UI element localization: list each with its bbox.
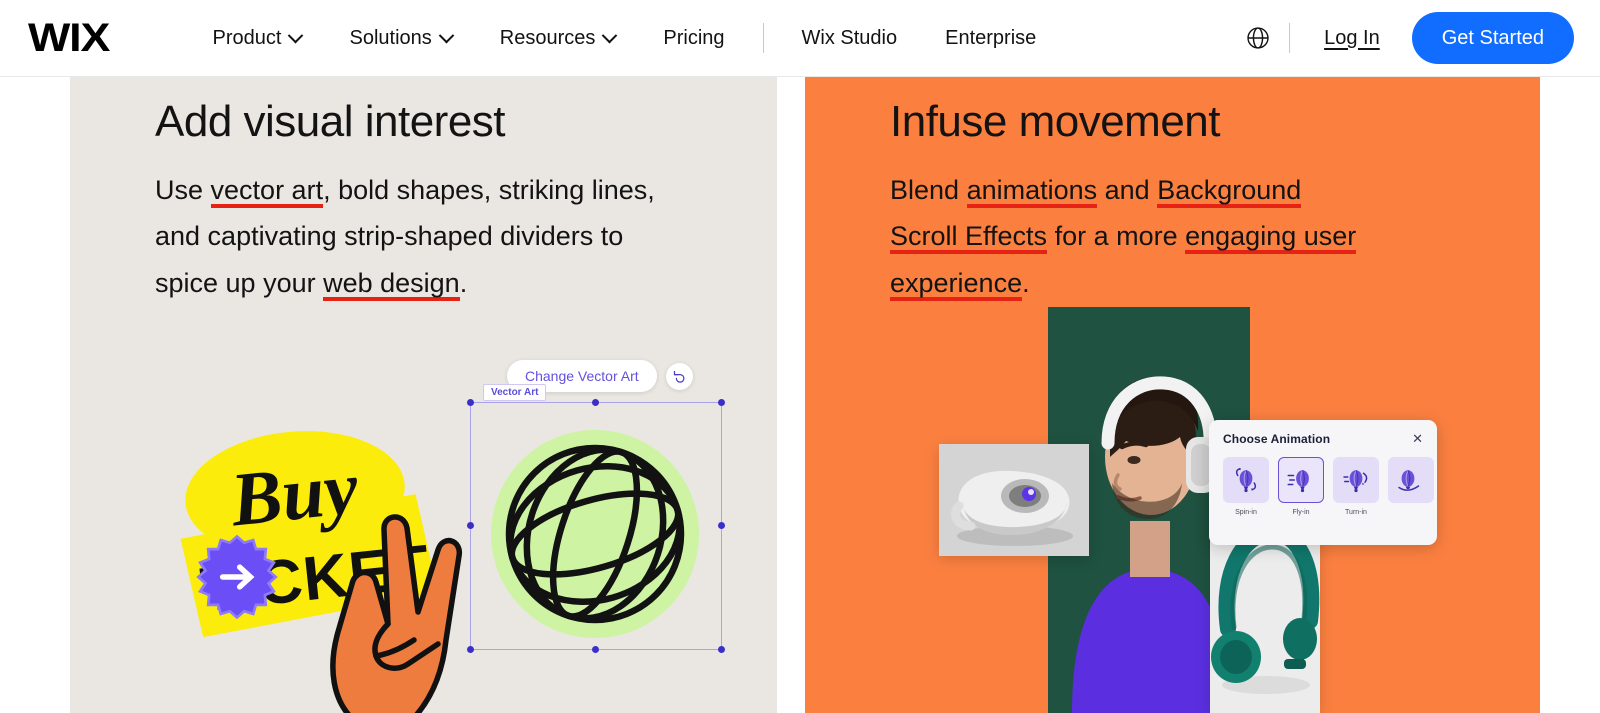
nav-item-label: Product xyxy=(212,27,282,49)
animation-editor-stage: Choose Animation ✕ Spin-in Fly-in Turn-i… xyxy=(805,77,1540,713)
header-actions: Log In Get Started xyxy=(1241,12,1574,64)
nav-item-solutions[interactable]: Solutions xyxy=(325,27,475,49)
resize-handle-top-left[interactable] xyxy=(467,399,474,406)
balloon-arc-icon xyxy=(1388,457,1434,503)
animation-option-partial[interactable] xyxy=(1388,457,1434,516)
main-navigation: Product Solutions Resources Pricing Wix … xyxy=(189,23,1061,53)
nav-item-label: Solutions xyxy=(349,27,432,49)
nav-item-label: Pricing xyxy=(663,27,725,49)
animation-option-turn-in[interactable]: Turn-in xyxy=(1333,457,1379,516)
resize-handle-bottom-left[interactable] xyxy=(467,646,474,653)
animation-option-label: Fly-in xyxy=(1292,509,1310,516)
close-icon[interactable]: ✕ xyxy=(1412,432,1423,445)
peace-hand-sticker xyxy=(310,472,485,713)
panel-infuse-movement: Infuse movement Blend animations and Bac… xyxy=(805,77,1540,713)
site-header: WIX Product Solutions Resources Pricing … xyxy=(0,0,1600,77)
nav-item-pricing[interactable]: Pricing xyxy=(639,28,748,48)
nav-divider xyxy=(762,23,764,53)
nav-item-enterprise[interactable]: Enterprise xyxy=(921,28,1060,48)
nav-item-resources[interactable]: Resources xyxy=(476,27,640,49)
animation-option-spin-in[interactable]: Spin-in xyxy=(1223,457,1269,516)
log-in-link[interactable]: Log In xyxy=(1304,27,1400,50)
animation-options-list: Spin-in Fly-in Turn-in xyxy=(1223,457,1434,516)
animation-option-fly-in[interactable]: Fly-in xyxy=(1278,457,1324,516)
vector-art-selection-box[interactable]: Vector Art xyxy=(467,384,725,653)
selection-label: Vector Art xyxy=(483,384,547,401)
feature-panels: Add visual interest Use vector art, bold… xyxy=(0,77,1600,713)
arrow-burst-badge xyxy=(192,532,282,622)
resize-handle-top-right[interactable] xyxy=(718,399,725,406)
animation-option-label: Turn-in xyxy=(1345,509,1367,516)
nav-item-label: Enterprise xyxy=(945,27,1037,49)
wix-logo[interactable]: WIX xyxy=(28,18,110,58)
nav-item-product[interactable]: Product xyxy=(189,27,326,49)
animation-option-label: Spin-in xyxy=(1235,509,1257,516)
header-divider xyxy=(1289,23,1291,53)
balloon-turn-icon xyxy=(1333,457,1379,503)
get-started-button[interactable]: Get Started xyxy=(1411,12,1574,64)
choose-animation-panel: Choose Animation ✕ Spin-in Fly-in Turn-i… xyxy=(1209,420,1437,545)
resize-handle-bottom-center[interactable] xyxy=(592,646,599,653)
nav-item-label: Wix Studio xyxy=(801,27,898,49)
chevron-down-icon xyxy=(602,27,618,43)
resize-handle-bottom-right[interactable] xyxy=(718,646,725,653)
resize-handle-top-center[interactable] xyxy=(592,399,599,406)
balloon-fly-icon xyxy=(1278,457,1324,503)
panel-add-visual-interest: Add visual interest Use vector art, bold… xyxy=(70,77,777,713)
chevron-down-icon xyxy=(288,27,304,43)
resize-handle-middle-left[interactable] xyxy=(467,522,474,529)
vr-headset-photo xyxy=(939,444,1089,556)
chevron-down-icon xyxy=(438,27,455,43)
nav-item-label: Resources xyxy=(499,27,596,49)
balloon-spin-icon xyxy=(1223,457,1269,503)
vector-art-editor-stage: Change Vector Art Buy TICKET Vector Art xyxy=(70,77,777,713)
choose-animation-header: Choose Animation ✕ xyxy=(1223,432,1423,446)
globe-icon[interactable] xyxy=(1241,21,1275,55)
resize-handle-middle-right[interactable] xyxy=(718,522,725,529)
panel-heading: Choose Animation xyxy=(1223,432,1331,446)
undo-icon[interactable] xyxy=(665,362,693,390)
nav-item-wix-studio[interactable]: Wix Studio xyxy=(778,28,922,48)
